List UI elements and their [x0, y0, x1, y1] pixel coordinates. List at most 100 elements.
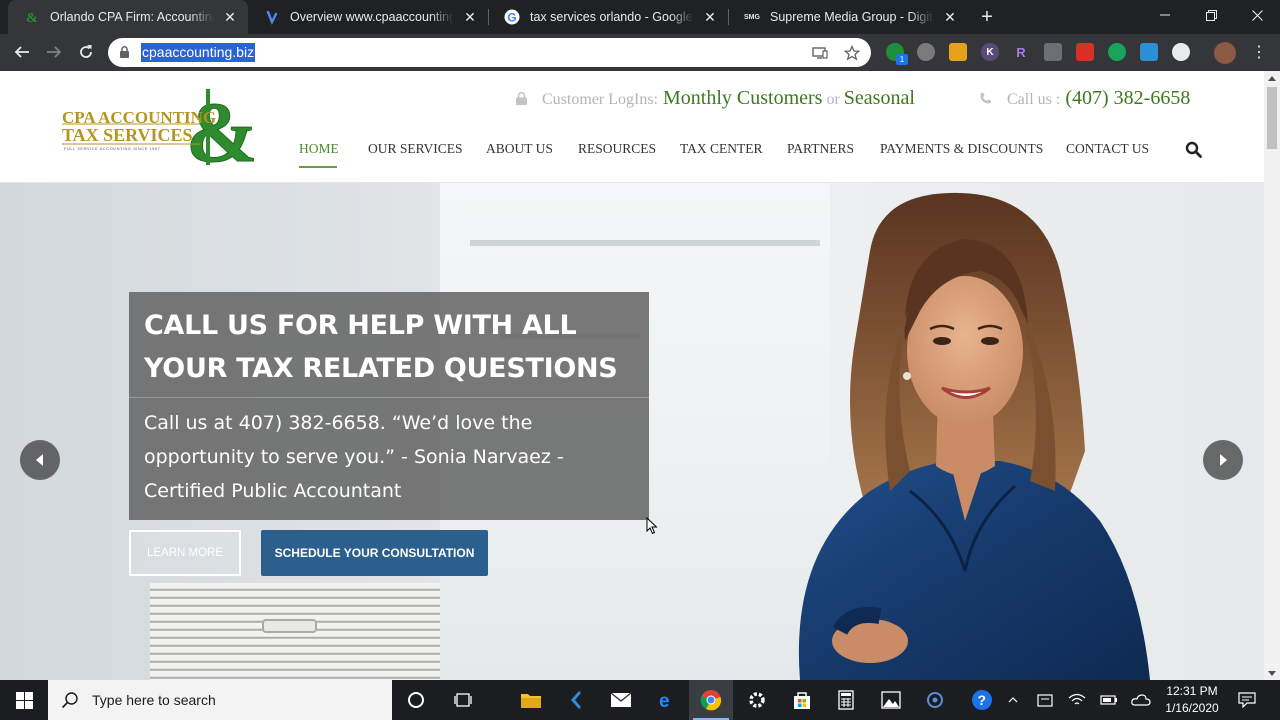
- nav-home[interactable]: HOME: [299, 141, 339, 157]
- close-icon[interactable]: ✕: [702, 9, 718, 25]
- nav-resources[interactable]: RESOURCES: [578, 141, 656, 157]
- scroll-down-arrow-icon[interactable]: [1268, 671, 1276, 676]
- extension-pocket-icon[interactable]: [1076, 43, 1094, 61]
- notifications-icon[interactable]: [1236, 680, 1258, 720]
- visual-studio-icon[interactable]: [554, 680, 598, 720]
- bookmark-star-icon[interactable]: [843, 44, 861, 62]
- hero-body-text: Call us at 407) 382-6658. “We’d love the…: [144, 412, 564, 502]
- file-explorer-icon[interactable]: [509, 680, 553, 720]
- nav-contact-us[interactable]: CONTACT US: [1066, 141, 1149, 157]
- smg-favicon-icon: SMG: [744, 13, 760, 21]
- profile-avatar[interactable]: [1214, 42, 1236, 64]
- extension-location-icon[interactable]: [1044, 43, 1062, 61]
- slider-prev-button[interactable]: [20, 440, 60, 480]
- cortana-circle-icon[interactable]: [913, 680, 957, 720]
- extension-ghost-icon[interactable]: [917, 43, 935, 61]
- windows-start-button[interactable]: [0, 680, 48, 720]
- extension-r-icon[interactable]: R: [1012, 43, 1030, 61]
- tab-supreme-media[interactable]: SMG Supreme Media Group - Digital Market…: [728, 0, 968, 34]
- tab-google-search[interactable]: G tax services orlando - Google Search ✕: [488, 0, 728, 34]
- new-tab-icon[interactable]: +: [976, 6, 998, 28]
- reload-icon[interactable]: [74, 40, 98, 64]
- schedule-consultation-button[interactable]: SCHEDULE YOUR CONSULTATION: [261, 530, 488, 576]
- chrome-icon[interactable]: [689, 680, 733, 720]
- taskbar-search-placeholder: Type here to search: [92, 692, 216, 708]
- restore-icon[interactable]: [1188, 0, 1234, 30]
- window-close-icon[interactable]: [1234, 0, 1280, 30]
- edge-browser-icon[interactable]: e: [645, 680, 689, 720]
- nav-tax-center[interactable]: TAX CENTER: [680, 141, 763, 157]
- svg-text:?: ?: [978, 692, 987, 708]
- show-hidden-icons-chevron-icon[interactable]: [1004, 680, 1022, 720]
- close-icon[interactable]: ✕: [462, 9, 478, 25]
- tab-title: Overview www.cpaaccounting.biz: [290, 10, 454, 24]
- phone-number-link[interactable]: (407) 382-6658: [1065, 87, 1190, 110]
- scroll-up-arrow-icon[interactable]: [1268, 76, 1276, 81]
- logo-line-2: TAX SERVICES: [62, 125, 193, 145]
- photos-icon[interactable]: [869, 680, 913, 720]
- lock-icon: [120, 46, 129, 58]
- close-icon[interactable]: ✕: [222, 9, 238, 25]
- seo-tool-favicon-icon: [264, 9, 280, 25]
- scrollbar-thumb[interactable]: [1267, 87, 1277, 149]
- cortana-icon[interactable]: [394, 680, 438, 720]
- webpage: & CPA ACCOUNTING TAX SERVICES FULL SERVI…: [0, 71, 1264, 680]
- forward-arrow-icon[interactable]: [42, 40, 66, 64]
- taskbar-search-box[interactable]: Type here to search: [48, 680, 392, 720]
- extension-camera-icon[interactable]: [1140, 43, 1158, 61]
- store-icon[interactable]: [780, 680, 824, 720]
- logo-line-1: CPA ACCOUNTING: [62, 108, 217, 127]
- chevron-left-icon: [36, 454, 43, 466]
- slider-next-button[interactable]: [1203, 440, 1243, 480]
- address-bar[interactable]: cpaaccounting.biz: [108, 38, 871, 67]
- browser-tab-strip: & Orlando CPA Firm: Accounting, Bookkeep…: [0, 0, 1280, 34]
- page-scrollbar[interactable]: [1264, 71, 1280, 680]
- minimize-icon[interactable]: [1142, 0, 1188, 30]
- monthly-customers-link[interactable]: Monthly Customers: [663, 87, 822, 110]
- close-icon[interactable]: ✕: [942, 9, 958, 25]
- tray-app-icon[interactable]: [1034, 680, 1056, 720]
- calculator-icon[interactable]: [824, 680, 868, 720]
- seasonal-link[interactable]: Seasonal: [844, 87, 915, 110]
- hero-caption-divider: [129, 397, 649, 398]
- tab-overview[interactable]: Overview www.cpaaccounting.biz ✕: [248, 0, 488, 34]
- search-icon: [61, 692, 78, 709]
- call-us-label: Call us :: [1007, 91, 1061, 108]
- browser-toolbar: cpaaccounting.biz K R ⋮: [0, 34, 1280, 71]
- extension-plus-icon[interactable]: [1108, 43, 1126, 61]
- task-view-icon[interactable]: [441, 680, 485, 720]
- extension-k-icon[interactable]: K: [981, 43, 999, 61]
- hero-caption-box: CALL US FOR HELP WITH ALL YOUR TAX RELAT…: [129, 292, 649, 520]
- menu-kebab-icon[interactable]: ⋮: [1247, 40, 1271, 64]
- learn-more-button[interactable]: LEARN MORE: [129, 530, 241, 576]
- onedrive-sync-icon[interactable]: [1130, 680, 1152, 720]
- chevron-right-icon: [1220, 454, 1227, 466]
- back-arrow-icon[interactable]: [10, 40, 34, 64]
- taskbar-clock[interactable]: 12:31 PM 1/16/2020: [1158, 683, 1226, 717]
- windows-taskbar: Type here to search e ? 12:31 PM 1/16/20…: [0, 680, 1280, 720]
- extension-seo-icon[interactable]: [949, 43, 967, 61]
- nav-about-us[interactable]: ABOUT US: [486, 141, 553, 157]
- url-text[interactable]: cpaaccounting.biz: [141, 43, 256, 62]
- mail-icon[interactable]: [599, 680, 643, 720]
- svg-text:G: G: [507, 11, 516, 25]
- tab-title: Orlando CPA Firm: Accounting, Bookkeepin…: [50, 10, 214, 24]
- customer-login-label: Customer LogIns:: [542, 91, 658, 108]
- tab-title: tax services orlando - Google Search: [530, 10, 694, 24]
- site-logo[interactable]: & CPA ACCOUNTING TAX SERVICES FULL SERVI…: [60, 87, 265, 167]
- nav-partners[interactable]: PARTNERS: [787, 141, 854, 157]
- wifi-icon[interactable]: [1066, 680, 1088, 720]
- extension-chat-icon[interactable]: [1172, 43, 1190, 61]
- tab-cpa-firm[interactable]: & Orlando CPA Firm: Accounting, Bookkeep…: [8, 0, 248, 34]
- settings-gear-icon[interactable]: [735, 680, 779, 720]
- search-icon[interactable]: [1185, 141, 1203, 159]
- nav-payments-discounts[interactable]: PAYMENTS & DISCOUNTS: [880, 141, 1043, 157]
- nav-our-services[interactable]: OUR SERVICES: [368, 141, 463, 157]
- clock-date: 1/16/2020: [1165, 701, 1219, 715]
- phone-icon: [980, 93, 991, 104]
- help-icon[interactable]: ?: [960, 680, 1004, 720]
- install-app-icon[interactable]: [811, 44, 829, 62]
- or-label: or: [826, 91, 840, 108]
- hero-slider: CALL US FOR HELP WITH ALL YOUR TAX RELAT…: [0, 183, 1264, 680]
- battery-icon[interactable]: [1098, 680, 1120, 720]
